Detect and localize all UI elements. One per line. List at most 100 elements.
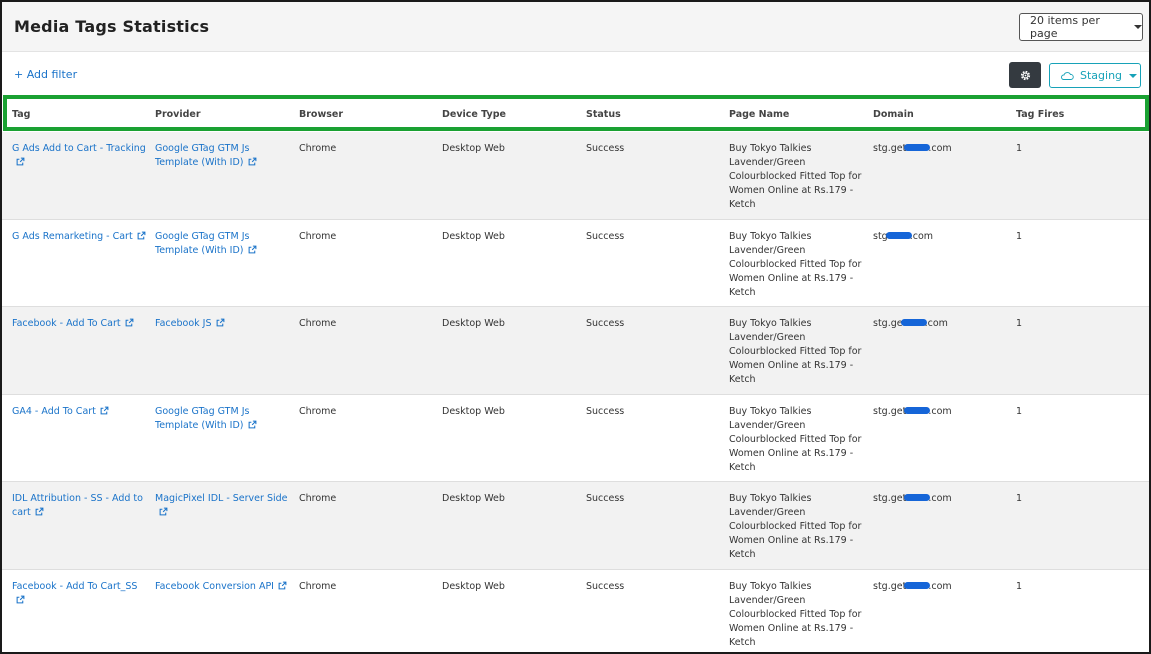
cell-provider: Facebook Conversion API xyxy=(155,580,290,594)
tag-link[interactable]: G Ads Remarketing - Cart xyxy=(12,231,133,242)
cell-page-name: Buy Tokyo Talkies Lavender/Green Colourblo… xyxy=(729,231,862,298)
external-link-icon[interactable] xyxy=(125,318,134,327)
cell-tag: GA4 - Add To Cart xyxy=(12,405,147,419)
add-filter-link[interactable]: + Add filter xyxy=(14,68,77,81)
cell-device-type: Desktop Web xyxy=(442,493,505,504)
redaction-mark xyxy=(885,232,912,239)
provider-link[interactable]: Facebook JS xyxy=(155,318,212,329)
cell-device-type: Desktop Web xyxy=(442,143,505,154)
cell-page-name: Buy Tokyo Talkies Lavender/Green Colourblo… xyxy=(729,143,862,210)
environment-label: Staging xyxy=(1080,69,1123,82)
external-link-icon[interactable] xyxy=(278,581,287,590)
tag-link[interactable]: IDL Attribution - SS - Add to cart xyxy=(12,493,143,518)
cell-tag: G Ads Remarketing - Cart xyxy=(12,230,147,244)
table-row: G Ads Add to Cart - Tracking Google GTag … xyxy=(2,132,1149,220)
tag-link[interactable]: Facebook - Add To Cart xyxy=(12,318,121,329)
cell-browser: Chrome xyxy=(299,406,337,417)
table-row: GA4 - Add To Cart Google GTag GTM Js Templ… xyxy=(2,395,1149,482)
cell-status: Success xyxy=(586,143,625,154)
app-frame: Media Tags Statistics 20 items per page … xyxy=(0,0,1151,654)
column-header-device-type[interactable]: Device Type xyxy=(442,109,506,120)
external-link-icon[interactable] xyxy=(16,595,25,604)
cell-provider: MagicPixel IDL - Server Side xyxy=(155,492,290,520)
environment-dropdown[interactable]: Staging xyxy=(1049,63,1141,88)
cloud-icon xyxy=(1061,71,1074,80)
cell-tag-fires: 1 xyxy=(1016,143,1023,154)
tag-link[interactable]: Facebook - Add To Cart_SS xyxy=(12,581,137,592)
redaction-mark xyxy=(904,582,931,589)
cell-tag-fires: 1 xyxy=(1016,318,1023,329)
cell-provider: Facebook JS xyxy=(155,317,290,331)
cell-tag-fires: 1 xyxy=(1016,581,1023,592)
external-link-icon[interactable] xyxy=(216,318,225,327)
cell-page-name: Buy Tokyo Talkies Lavender/Green Colourblo… xyxy=(729,406,862,473)
external-link-icon[interactable] xyxy=(159,507,168,516)
table-row: Facebook - Add To Cart Facebook JS Chrome D… xyxy=(2,307,1149,395)
column-header-provider[interactable]: Provider xyxy=(155,109,201,120)
cell-status: Success xyxy=(586,493,625,504)
cell-tag-fires: 1 xyxy=(1016,231,1023,242)
external-link-icon[interactable] xyxy=(248,245,257,254)
column-header-tag-fires[interactable]: Tag Fires xyxy=(1016,109,1064,120)
provider-link[interactable]: MagicPixel IDL - Server Side xyxy=(155,493,288,504)
cell-status: Success xyxy=(586,231,625,242)
provider-link[interactable]: Google GTag GTM Js Template (With ID) xyxy=(155,143,249,168)
column-header-page-name[interactable]: Page Name xyxy=(729,109,789,120)
chevron-down-icon xyxy=(1134,25,1142,29)
cell-domain: stg.get .com xyxy=(873,406,952,417)
table-header: Tag Provider Browser Device Type Status … xyxy=(2,103,1149,128)
external-link-icon[interactable] xyxy=(100,406,109,415)
cell-tag: Facebook - Add To Cart_SS xyxy=(12,580,147,608)
cell-browser: Chrome xyxy=(299,318,337,329)
external-link-icon[interactable] xyxy=(248,157,257,166)
cell-tag-fires: 1 xyxy=(1016,406,1023,417)
provider-link[interactable]: Google GTag GTM Js Template (With ID) xyxy=(155,231,249,256)
column-header-browser[interactable]: Browser xyxy=(299,109,343,120)
cell-tag: Facebook - Add To Cart xyxy=(12,317,147,331)
cell-browser: Chrome xyxy=(299,493,337,504)
redaction-mark xyxy=(900,319,927,326)
cell-device-type: Desktop Web xyxy=(442,581,505,592)
tag-link[interactable]: GA4 - Add To Cart xyxy=(12,406,96,417)
items-per-page-dropdown[interactable]: 20 items per page xyxy=(1019,13,1143,41)
external-link-icon[interactable] xyxy=(16,157,25,166)
table-row: Facebook - Add To Cart_SS Facebook Conver… xyxy=(2,570,1149,652)
items-per-page-label: 20 items per page xyxy=(1030,14,1100,40)
provider-link[interactable]: Google GTag GTM Js Template (With ID) xyxy=(155,406,249,431)
cell-status: Success xyxy=(586,406,625,417)
redaction-mark xyxy=(904,494,931,501)
cell-domain: stg .com xyxy=(873,231,934,242)
cell-domain: stg.get .com xyxy=(873,143,952,154)
settings-button[interactable] xyxy=(1009,62,1041,88)
cell-browser: Chrome xyxy=(299,231,337,242)
cell-provider: Google GTag GTM Js Template (With ID) xyxy=(155,142,290,170)
cell-provider: Google GTag GTM Js Template (With ID) xyxy=(155,230,290,258)
external-link-icon[interactable] xyxy=(137,231,146,240)
cell-status: Success xyxy=(586,581,625,592)
cell-status: Success xyxy=(586,318,625,329)
column-header-domain[interactable]: Domain xyxy=(873,109,914,120)
external-link-icon[interactable] xyxy=(248,420,257,429)
table-row: IDL Attribution - SS - Add to cart MagicPi… xyxy=(2,482,1149,570)
tag-link[interactable]: G Ads Add to Cart - Tracking xyxy=(12,143,146,154)
gear-icon xyxy=(1020,70,1030,80)
table-row: G Ads Remarketing - Cart Google GTag GTM … xyxy=(2,220,1149,307)
cell-tag: IDL Attribution - SS - Add to cart xyxy=(12,492,147,520)
external-link-icon[interactable] xyxy=(35,507,44,516)
chevron-down-icon xyxy=(1129,73,1138,78)
column-header-tag[interactable]: Tag xyxy=(12,109,30,120)
cell-provider: Google GTag GTM Js Template (With ID) xyxy=(155,405,290,433)
provider-link[interactable]: Facebook Conversion API xyxy=(155,581,274,592)
cell-device-type: Desktop Web xyxy=(442,318,505,329)
cell-browser: Chrome xyxy=(299,143,337,154)
cell-page-name: Buy Tokyo Talkies Lavender/Green Colourblo… xyxy=(729,318,862,385)
cell-browser: Chrome xyxy=(299,581,337,592)
redaction-mark xyxy=(904,144,931,151)
page-header: Media Tags Statistics 20 items per page xyxy=(2,2,1149,52)
cell-tag-fires: 1 xyxy=(1016,493,1023,504)
column-header-status[interactable]: Status xyxy=(586,109,621,120)
cell-device-type: Desktop Web xyxy=(442,231,505,242)
cell-page-name: Buy Tokyo Talkies Lavender/Green Colourblo… xyxy=(729,493,862,560)
cell-device-type: Desktop Web xyxy=(442,406,505,417)
cell-tag: G Ads Add to Cart - Tracking xyxy=(12,142,147,170)
